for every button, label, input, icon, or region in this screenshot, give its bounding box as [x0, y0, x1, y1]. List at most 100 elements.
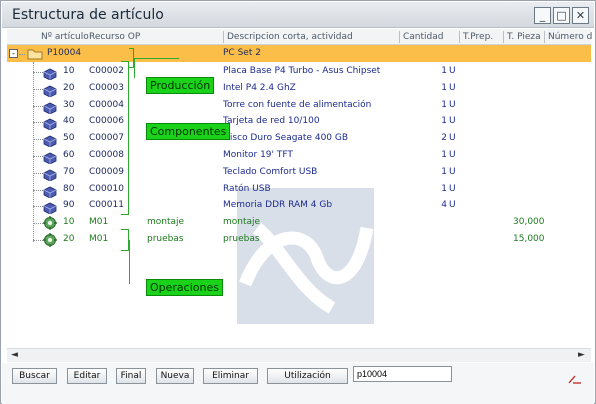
- folder-icon: [27, 49, 43, 60]
- component-quantity: 2: [441, 133, 447, 144]
- component-description: Torre con fuente de alimentación: [223, 99, 372, 110]
- component-unit: U: [449, 150, 456, 160]
- component-position: 30: [63, 99, 75, 110]
- operation-position: 20: [63, 234, 75, 244]
- component-quantity: 1: [441, 166, 447, 177]
- window-title: Estructura de artículo: [12, 7, 164, 23]
- tree-connector: [33, 172, 43, 174]
- title-bar: Estructura de artículo _ □ ✕: [2, 2, 594, 28]
- final-button[interactable]: Final: [116, 368, 146, 384]
- operation-gear-icon: [43, 232, 57, 247]
- component-description: Monitor 19' TFT: [223, 150, 293, 160]
- maximize-button[interactable]: □: [553, 7, 570, 24]
- component-position: 60: [63, 150, 75, 160]
- component-description: Disco Duro Seagate 400 GB: [223, 133, 349, 144]
- component-unit: U: [449, 183, 456, 194]
- component-position: 50: [63, 133, 75, 144]
- component-cube-icon: [43, 82, 57, 98]
- root-article-desc: PC Set 2: [223, 48, 261, 58]
- nueva-button[interactable]: Nueva: [156, 368, 194, 384]
- component-description: Teclado Comfort USB: [223, 166, 318, 177]
- tree-connector: [33, 156, 43, 157]
- tree-connector: [33, 139, 43, 141]
- footer-toolbar: Buscar Editar Final Nueva Eliminar Utili…: [2, 363, 594, 404]
- component-position: 20: [63, 82, 75, 93]
- component-quantity: 1: [441, 82, 447, 93]
- scroll-right-icon[interactable]: ►: [578, 350, 585, 360]
- operation-tpieza: 15,000: [513, 234, 545, 244]
- editar-button[interactable]: Editar: [67, 368, 107, 384]
- tree-connector: [33, 223, 43, 225]
- operation-resource: pruebas: [147, 234, 184, 244]
- operation-code: M01: [89, 217, 109, 228]
- column-header-recurso[interactable]: Recurso OP: [89, 32, 140, 42]
- component-position: 80: [63, 183, 75, 194]
- eliminar-button[interactable]: Eliminar: [203, 368, 258, 384]
- operation-code: M01: [89, 234, 109, 244]
- operation-position: 10: [63, 217, 75, 228]
- component-description: Placa Base P4 Turbo - Asus Chipset: [223, 66, 381, 76]
- minimize-button[interactable]: _: [534, 7, 551, 24]
- root-article-code: P10004: [47, 48, 82, 58]
- buscar-button[interactable]: Buscar: [12, 368, 57, 384]
- operation-tpieza: 30,000: [513, 217, 545, 228]
- search-input[interactable]: [353, 366, 452, 382]
- component-quantity: 1: [441, 99, 447, 110]
- component-unit: U: [449, 116, 456, 127]
- component-cube-icon: [43, 115, 57, 131]
- column-header-articulo[interactable]: Nº artículo: [41, 32, 89, 42]
- column-header: Nº artículo Recurso OP Descripcion corta…: [7, 29, 592, 45]
- component-unit: U: [449, 66, 456, 76]
- tree-connector: [33, 88, 43, 90]
- component-unit: U: [449, 133, 456, 144]
- component-quantity: 1: [441, 66, 447, 76]
- tree-connector: [33, 189, 43, 191]
- component-position: 40: [63, 116, 75, 127]
- callout-produccion: Producción: [146, 77, 215, 94]
- component-code: C00004: [89, 99, 124, 110]
- tree-connector: [33, 240, 43, 241]
- column-header-descripcion[interactable]: Descripcion corta, actividad: [227, 32, 353, 42]
- component-code: C00003: [89, 82, 124, 93]
- callout-componentes: Componentes: [146, 123, 231, 140]
- utilizacion-button[interactable]: Utilización: [267, 368, 348, 384]
- component-position: 70: [63, 166, 75, 177]
- component-cube-icon: [43, 183, 57, 199]
- component-code: C00009: [89, 166, 124, 177]
- component-description: Intel P4 2.4 GhZ: [223, 82, 296, 93]
- component-code: C00002: [89, 66, 124, 76]
- table-row-root[interactable]: [7, 45, 591, 62]
- column-header-cantidad[interactable]: Cantidad: [403, 32, 443, 42]
- component-description: Memoria DDR RAM 4 Gb: [223, 200, 333, 211]
- tree-connector: [33, 72, 43, 73]
- column-header-tprep[interactable]: T.Prep.: [463, 32, 493, 42]
- tree-connector: [33, 105, 43, 107]
- component-code: C00006: [89, 116, 124, 127]
- column-header-tpieza[interactable]: T. Pieza: [507, 32, 541, 42]
- collapse-toggle-icon[interactable]: -: [9, 49, 18, 58]
- column-header-numero[interactable]: Número d: [548, 32, 592, 42]
- resize-grip-icon[interactable]: [568, 374, 582, 384]
- component-unit: U: [449, 82, 456, 93]
- tree-connector: [33, 206, 43, 208]
- component-position: 90: [63, 200, 75, 211]
- component-position: 10: [63, 66, 75, 76]
- component-description: Ratón USB: [223, 183, 271, 194]
- callout-operaciones: Operaciones: [146, 279, 223, 296]
- component-cube-icon: [43, 132, 57, 148]
- component-quantity: 4: [441, 200, 447, 211]
- close-button[interactable]: ✕: [572, 7, 589, 24]
- component-description: Tarjeta de red 10/100: [223, 116, 320, 127]
- scroll-left-icon[interactable]: ◄: [11, 350, 18, 360]
- structure-tree-grid: - P10004 PC Set 2 10 C00002 Placa Base P4 …: [7, 45, 591, 347]
- component-cube-icon: [43, 65, 57, 81]
- horizontal-scrollbar[interactable]: ◄ ►: [7, 348, 591, 362]
- component-cube-icon: [43, 166, 57, 182]
- component-quantity: 1: [441, 116, 447, 127]
- component-quantity: 1: [441, 150, 447, 160]
- component-cube-icon: [43, 149, 57, 165]
- operation-resource: montaje: [147, 217, 185, 228]
- operation-description: pruebas: [223, 234, 260, 244]
- component-cube-icon: [43, 199, 57, 215]
- component-code: C00010: [89, 183, 124, 194]
